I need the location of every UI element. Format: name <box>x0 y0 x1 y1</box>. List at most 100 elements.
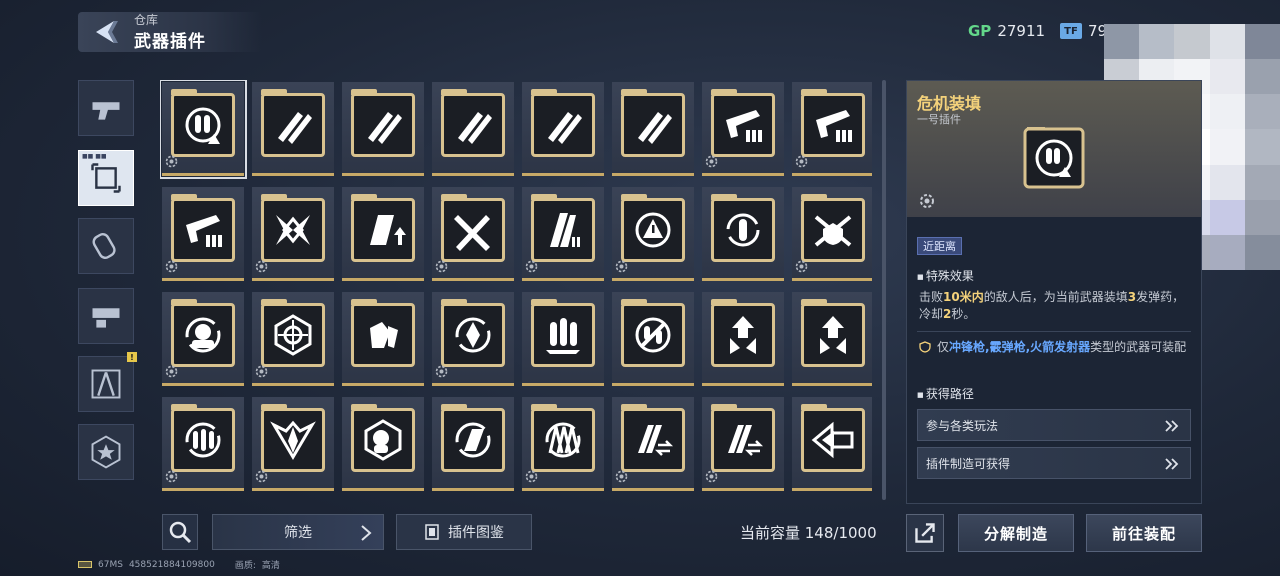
plugin-tile[interactable] <box>252 397 334 491</box>
plugin-grid <box>160 80 872 492</box>
source-gameplay-button[interactable]: 参与各类玩法 <box>917 409 1191 441</box>
filter-button[interactable]: 筛选 <box>212 514 384 550</box>
plugin-tile[interactable] <box>252 187 334 281</box>
plugin-tile[interactable] <box>342 292 424 386</box>
plugin-tile[interactable] <box>702 397 784 491</box>
twin-bullets-icon <box>458 112 492 144</box>
plugin-tile[interactable] <box>162 397 244 491</box>
plugin-tile[interactable] <box>792 82 872 176</box>
plugin-tile[interactable] <box>162 187 244 281</box>
magazine-swap-icon <box>728 425 764 456</box>
plugin-card <box>261 194 325 262</box>
plugin-tile[interactable] <box>342 187 424 281</box>
plugin-card <box>171 194 235 262</box>
capacity-text: 当前容量 148/1000 <box>740 524 877 542</box>
plugin-card <box>441 299 505 367</box>
dismantle-button[interactable]: 分解制造 <box>958 514 1074 552</box>
plugin-tile[interactable] <box>432 397 514 491</box>
plugin-card <box>171 89 235 157</box>
gear-icon <box>795 155 808 168</box>
head-shield-icon <box>364 419 402 461</box>
share-button[interactable] <box>906 514 944 552</box>
gun-ammo-icon <box>186 215 222 247</box>
plugin-tile[interactable] <box>792 292 872 386</box>
grid-scrollbar[interactable] <box>882 80 886 500</box>
plugin-card <box>801 404 865 472</box>
plugin-card <box>711 194 775 262</box>
search-button[interactable] <box>162 514 198 550</box>
diamond-cycle-icon <box>455 317 491 353</box>
gp-currency: GP 27911 <box>968 20 1045 42</box>
go-equip-button[interactable]: 前往装配 <box>1086 514 1202 552</box>
quality-label: 画质: <box>234 561 256 571</box>
category-tab-compass-blueprint[interactable] <box>78 356 134 412</box>
grenade-icon <box>92 233 116 259</box>
magazine-up-icon <box>370 215 406 245</box>
gear-icon <box>705 470 718 483</box>
plugin-tile[interactable] <box>612 82 694 176</box>
category-tab-star-badge[interactable] <box>78 424 134 480</box>
plugin-tile[interactable] <box>702 187 784 281</box>
plugin-tile[interactable] <box>252 82 334 176</box>
plugin-tile[interactable] <box>342 82 424 176</box>
crisis-reload-icon <box>185 107 221 144</box>
twin-bullets-icon <box>278 112 312 144</box>
pistol-icon <box>92 102 120 120</box>
plugin-tile[interactable] <box>612 187 694 281</box>
gear-icon <box>165 260 178 273</box>
plugin-card <box>261 299 325 367</box>
plugin-tile[interactable] <box>432 292 514 386</box>
source-crafting-button[interactable]: 插件制造可获得 <box>917 447 1191 479</box>
ping-text: 67MS <box>98 559 123 570</box>
page-title: 武器插件 <box>134 32 206 52</box>
gear-icon <box>920 194 934 208</box>
source-label: 插件制造可获得 <box>926 456 1011 471</box>
plugin-atlas-button[interactable]: 插件图鉴 <box>396 514 532 550</box>
plugin-tile[interactable] <box>612 292 694 386</box>
crosshair-icon <box>274 314 312 356</box>
plugin-detail-panel: 危机装填 一号插件 近距离 特殊效果 击败10米内的敌人后，为当前武器装填3发弹… <box>906 80 1202 504</box>
category-tab-pistol[interactable] <box>78 80 134 136</box>
bullet-cycle-icon <box>726 213 760 247</box>
gp-badge: GP <box>968 22 992 40</box>
export-icon <box>915 523 935 543</box>
gear-icon <box>255 470 268 483</box>
plugin-tile[interactable] <box>522 397 604 491</box>
plugin-card <box>801 194 865 262</box>
plugin-tile[interactable] <box>792 397 872 491</box>
plugin-card <box>171 404 235 472</box>
plugin-tile[interactable] <box>162 292 244 386</box>
plugin-card <box>711 404 775 472</box>
equip-restriction-text: 仅冲锋枪,霰弹枪,火箭发射器类型的武器可装配 <box>919 339 1191 356</box>
plugin-tile[interactable] <box>522 82 604 176</box>
plugin-card <box>351 89 415 157</box>
category-tab-gun-module[interactable] <box>78 288 134 344</box>
plugin-tile[interactable] <box>522 187 604 281</box>
plugin-tile[interactable] <box>342 397 424 491</box>
divider <box>917 331 1191 332</box>
back-arrow-icon[interactable] <box>90 18 120 46</box>
plugin-card <box>171 299 235 367</box>
plugin-card <box>801 299 865 367</box>
plugin-subtitle: 一号插件 <box>917 113 961 126</box>
triple-bullets-icon <box>546 318 580 354</box>
category-tab-grenade[interactable] <box>78 218 134 274</box>
plugin-tile[interactable] <box>160 80 247 179</box>
source-label: 参与各类玩法 <box>926 418 999 433</box>
gun-module-icon <box>92 308 120 328</box>
plugin-tile[interactable] <box>612 397 694 491</box>
category-tab-plugin-chip[interactable]: ■■ ■■ <box>78 150 134 206</box>
plugin-tile[interactable] <box>432 82 514 176</box>
plugin-tile[interactable] <box>792 187 872 281</box>
twin-bullets-icon <box>638 112 672 144</box>
gear-icon <box>795 260 808 273</box>
plugin-tile[interactable] <box>702 82 784 176</box>
gear-icon <box>615 470 628 483</box>
plugin-tile[interactable] <box>702 292 784 386</box>
plugin-tile[interactable] <box>522 292 604 386</box>
plugin-tile[interactable] <box>252 292 334 386</box>
shield-icon <box>919 341 931 353</box>
gear-icon <box>435 365 448 378</box>
gear-icon <box>165 155 178 168</box>
plugin-tile[interactable] <box>432 187 514 281</box>
